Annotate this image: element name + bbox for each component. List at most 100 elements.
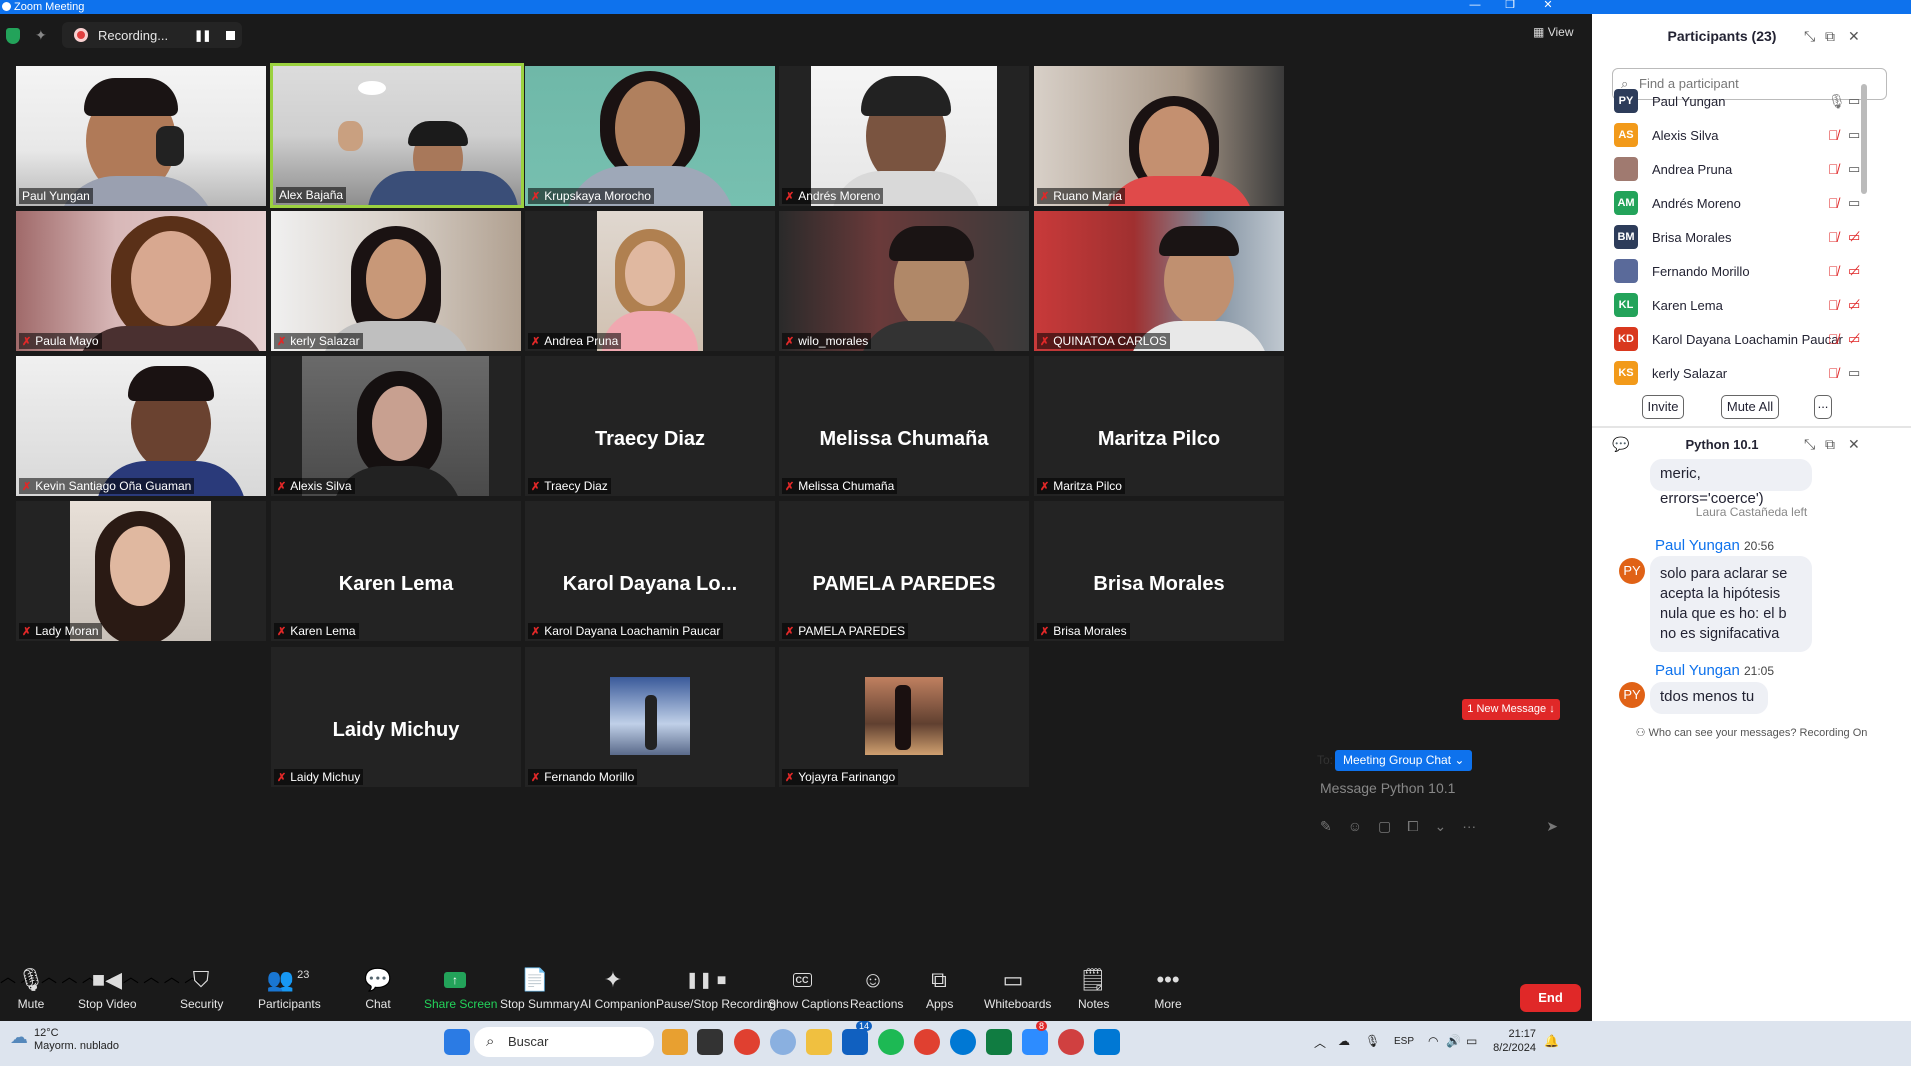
message-visibility-info[interactable]: ⚇ Who can see your messages? Recording O… [1592,726,1911,739]
video-camera-icon[interactable]: ▭ [1848,161,1860,177]
pop-out-chat-icon[interactable]: ⧉ [1825,436,1835,453]
view-button[interactable]: ▦ View [1533,25,1573,39]
video-tile[interactable]: Karol Dayana Lo... ✗ Karol Dayana Loacham… [525,501,775,641]
mute-button[interactable]: 🎙 Mute [10,963,52,1021]
video-off-icon[interactable]: ▭̸ [1848,263,1860,279]
ai-companion-button[interactable]: ✦ AI Companion [580,963,656,1021]
send-icon[interactable]: ➤ [1546,818,1558,835]
video-tile[interactable]: Karen Lema ✗ Karen Lema [271,501,521,641]
language-indicator[interactable]: ESP [1394,1036,1414,1047]
notes-button[interactable]: 🗒 Notes [1078,963,1109,1021]
participant-row[interactable]: AM Andrés Moreno 🎙̸ ▭ [1614,186,1894,220]
clock[interactable]: 21:17 8/2/2024 [1492,1027,1536,1055]
close-chat-icon[interactable]: ✕ [1848,436,1860,453]
muted-mic-icon[interactable]: 🎙̸ [1828,127,1839,143]
participant-row[interactable]: KL Karen Lema 🎙̸ ▭̸ [1614,288,1894,322]
video-tile[interactable]: Laidy Michuy ✗ Laidy Michuy [271,647,521,787]
video-tile[interactable]: Brisa Morales ✗ Brisa Morales [1034,501,1284,641]
wifi-icon[interactable]: ◠ [1428,1034,1438,1048]
video-camera-icon[interactable]: ▭ [1848,195,1860,211]
muted-mic-icon[interactable]: 🎙̸ [1828,365,1839,381]
pop-out-icon[interactable]: ⧉ [1825,28,1835,45]
chrome-icon[interactable] [734,1029,760,1055]
vscode-icon[interactable] [1094,1029,1120,1055]
muted-mic-icon[interactable]: 🎙̸ [1828,229,1839,245]
video-tile[interactable]: ✗ Andrés Moreno [779,66,1029,206]
chat-options-chevron-icon[interactable]: ︿ [61,969,77,986]
pause-recording-icon[interactable]: ❚❚ [194,29,211,42]
participant-row[interactable]: KD Karol Dayana Loachamin Paucar 🎙̸ ▭̸ [1614,322,1894,356]
stop-recording-icon[interactable] [226,30,236,40]
file-explorer-icon[interactable] [806,1029,832,1055]
participant-row[interactable]: Fernando Morillo 🎙̸ ▭̸ [1614,254,1894,288]
chrome-profile-icon[interactable] [914,1029,940,1055]
chat-button[interactable]: 💬 Chat [364,963,392,1021]
stop-summary-button[interactable]: 📄 Stop Summary [500,963,579,1021]
microphone-icon[interactable]: 🎙 [1828,93,1846,110]
maximize-icon[interactable]: ❐ [1490,0,1530,14]
microphone-tray-icon[interactable]: 🎙 [1365,1034,1380,1048]
video-tile-active-speaker[interactable]: Alex Bajaña [270,63,524,208]
video-tile[interactable]: ✗ QUINATOA CARLOS [1034,211,1284,351]
edge-icon[interactable] [950,1029,976,1055]
emoji-icon[interactable]: ☺ [1348,818,1362,835]
new-message-button[interactable]: 1 New Message ↓ [1462,699,1560,720]
video-tile[interactable]: ✗ Paula Mayo [16,211,266,351]
widgets-app-icon[interactable] [662,1029,688,1055]
chat-message-input[interactable]: Message Python 10.1 [1320,780,1455,796]
video-tile[interactable]: ✗ Fernando Morillo [525,647,775,787]
security-button[interactable]: ⛉ Security [180,963,223,1021]
video-tile[interactable]: Melissa Chumaña ✗ Melissa Chumaña [779,356,1029,496]
apps-options-chevron-icon[interactable]: ︿ [143,969,159,986]
video-camera-icon[interactable]: ▭ [1848,365,1860,381]
file-icon[interactable]: ▢ [1378,818,1391,835]
muted-mic-icon[interactable]: 🎙̸ [1828,195,1839,211]
video-off-icon[interactable]: ▭̸ [1848,229,1860,245]
spotify-icon[interactable] [878,1029,904,1055]
task-view-icon[interactable] [697,1029,723,1055]
zoom-taskbar-icon[interactable]: 8 [1022,1021,1048,1055]
muted-mic-icon[interactable]: 🎙̸ [1828,297,1839,313]
pause-stop-recording-button[interactable]: ❚❚ ■ Pause/Stop Recording [656,963,776,1021]
close-window-icon[interactable]: ✕ [1528,0,1568,14]
format-icon[interactable]: ✎ [1320,818,1332,835]
muted-mic-icon[interactable]: 🎙̸ [1828,161,1839,177]
notifications-icon[interactable]: 🔔 [1544,1034,1559,1048]
video-camera-icon[interactable]: ▭ [1848,93,1860,109]
video-tile[interactable]: ✗ Kevin Santiago Oña Guaman [16,356,266,496]
weather-widget[interactable]: 12°C Mayorm. nublado [34,1027,119,1053]
collapse-chat-icon[interactable]: ⤡ [1804,436,1815,453]
video-tile[interactable]: ✗ Ruano Maria [1034,66,1284,206]
invite-button[interactable]: Invite [1642,395,1684,419]
cloud-icon[interactable]: ☁ [1338,1034,1350,1048]
muted-mic-icon[interactable]: 🎙̸ [1828,331,1839,347]
minimize-icon[interactable]: — [1455,0,1495,14]
outlook-icon[interactable]: 14 [842,1021,873,1055]
chevron-up-icon[interactable]: ︿ [1314,1034,1326,1051]
video-tile[interactable]: ✗ wilo_morales [779,211,1029,351]
video-tile[interactable]: Paul Yungan [16,66,266,206]
screenshot-icon[interactable]: ⧠ [1407,818,1418,835]
more-options-button[interactable]: ... [1814,395,1832,419]
video-tile[interactable]: ✗ Krupskaya Morocho [525,66,775,206]
participant-row[interactable]: PY Paul Yungan 🎙 ▭ [1614,84,1894,118]
stop-video-button[interactable]: ■◀ Stop Video [78,963,137,1021]
participant-row[interactable]: Andrea Pruna 🎙̸ ▭ [1614,152,1894,186]
taskbar-search[interactable]: ⌕ Buscar [474,1027,654,1057]
close-panel-icon[interactable]: ✕ [1848,28,1860,45]
video-tile[interactable]: ✗ Alexis Silva [271,356,521,496]
participants-button[interactable]: 👥 23 Participants [258,963,321,1021]
participant-row[interactable]: BM Brisa Morales 🎙̸ ▭̸ [1614,220,1894,254]
video-tile[interactable]: ✗ Andrea Pruna [525,211,775,351]
chevron-down-icon[interactable]: ⌄ [1434,818,1446,835]
video-camera-icon[interactable]: ▭ [1848,127,1860,143]
whiteboards-options-chevron-icon[interactable]: ︿ [164,969,180,986]
reactions-button[interactable]: ☺ Reactions [850,963,903,1021]
share-screen-button[interactable]: ↑ Share Screen [424,963,497,1021]
video-off-icon[interactable]: ▭̸ [1848,331,1860,347]
recipient-dropdown[interactable]: Meeting Group Chat ⌄ [1335,750,1473,771]
video-tile[interactable]: ✗ kerly Salazar [271,211,521,351]
app-r-icon[interactable] [770,1029,796,1055]
more-button[interactable]: ••• More [1154,963,1182,1021]
video-off-icon[interactable]: ▭̸ [1848,297,1860,313]
